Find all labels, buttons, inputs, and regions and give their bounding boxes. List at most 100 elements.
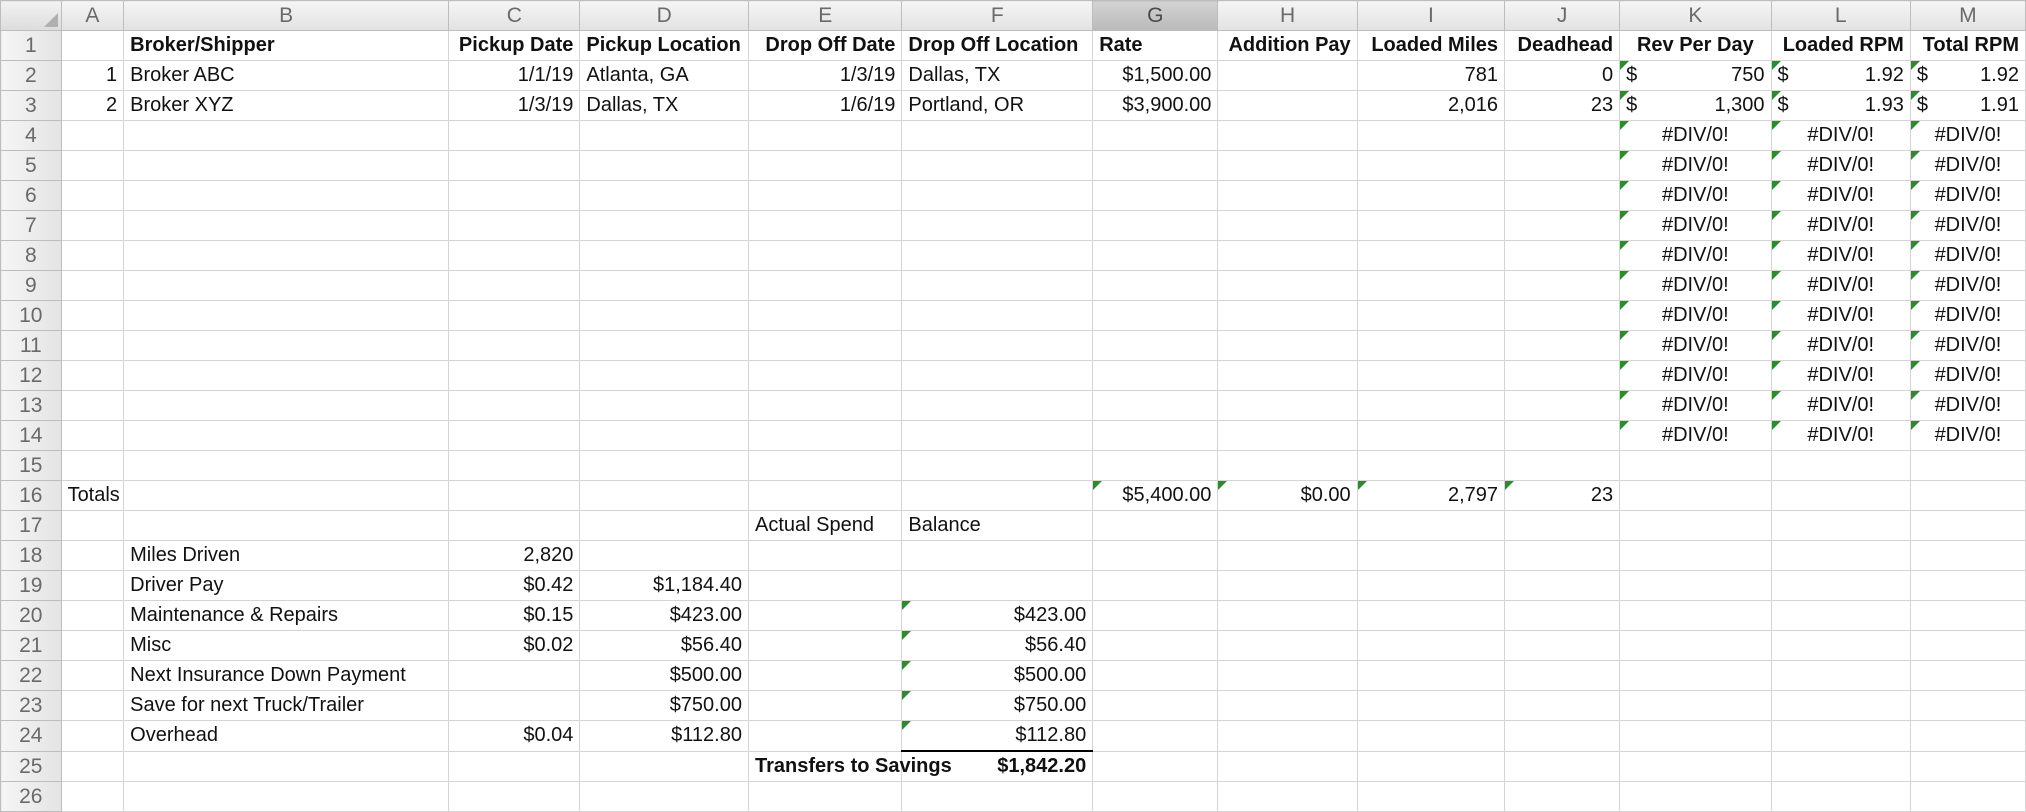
- error-cell[interactable]: #DIV/0!: [1770, 330, 1911, 361]
- header-drop-location[interactable]: Drop Off Location: [901, 30, 1094, 61]
- cell[interactable]: [747, 690, 903, 721]
- error-cell[interactable]: #DIV/0!: [1770, 360, 1911, 391]
- cell[interactable]: [1619, 540, 1772, 571]
- select-all-corner[interactable]: [0, 0, 62, 31]
- error-cell[interactable]: #DIV/0!: [1619, 180, 1772, 211]
- miles-driven-label[interactable]: Miles Driven: [123, 540, 450, 571]
- row-header-22[interactable]: 22: [0, 660, 62, 691]
- cell[interactable]: [1770, 600, 1911, 631]
- cell[interactable]: [123, 750, 450, 782]
- cell[interactable]: [747, 420, 903, 451]
- cell[interactable]: [1504, 180, 1621, 211]
- cell[interactable]: [1356, 570, 1506, 601]
- row-header-4[interactable]: 4: [0, 120, 62, 151]
- cell[interactable]: [1504, 781, 1621, 812]
- cell[interactable]: [579, 210, 749, 241]
- cell[interactable]: [448, 480, 581, 511]
- cell[interactable]: [60, 720, 125, 752]
- cell[interactable]: [1504, 660, 1621, 691]
- row-header-8[interactable]: 8: [0, 240, 62, 271]
- cell[interactable]: [448, 750, 581, 782]
- cell[interactable]: [448, 270, 581, 301]
- cell[interactable]: [1092, 120, 1219, 151]
- load-drop-date[interactable]: 1/3/19: [747, 60, 903, 91]
- cell[interactable]: [579, 781, 749, 812]
- error-cell[interactable]: #DIV/0!: [1619, 390, 1772, 421]
- row-header-26[interactable]: 26: [0, 781, 62, 812]
- row-header-12[interactable]: 12: [0, 360, 62, 391]
- cell[interactable]: [747, 150, 903, 181]
- cell[interactable]: [123, 781, 450, 812]
- row-header-15[interactable]: 15: [0, 450, 62, 481]
- cell[interactable]: [1092, 240, 1219, 271]
- totals-deadhead[interactable]: 23: [1504, 480, 1621, 511]
- cell[interactable]: [1217, 360, 1358, 391]
- cell[interactable]: [1356, 540, 1506, 571]
- column-header-e[interactable]: E: [747, 0, 903, 31]
- cell[interactable]: [1504, 300, 1621, 331]
- cell[interactable]: [1770, 510, 1911, 541]
- row-header-3[interactable]: 3: [0, 90, 62, 121]
- budget-item-rate[interactable]: $0.04: [448, 720, 581, 752]
- row-header-2[interactable]: 2: [0, 60, 62, 91]
- cell[interactable]: [1092, 330, 1219, 361]
- cell[interactable]: [579, 540, 749, 571]
- load-loaded-rpm[interactable]: $1.93: [1770, 90, 1911, 121]
- cell[interactable]: [60, 240, 125, 271]
- cell[interactable]: [1356, 750, 1506, 782]
- cell[interactable]: [579, 510, 749, 541]
- cell[interactable]: [579, 420, 749, 451]
- cell[interactable]: [747, 300, 903, 331]
- cell[interactable]: [123, 480, 450, 511]
- budget-item-rate[interactable]: $0.15: [448, 600, 581, 631]
- cell[interactable]: [1217, 450, 1358, 481]
- cell[interactable]: [1770, 690, 1911, 721]
- cell[interactable]: [60, 120, 125, 151]
- header-addition-pay[interactable]: Addition Pay: [1217, 30, 1358, 61]
- load-addition-pay[interactable]: [1217, 60, 1358, 91]
- load-drop-location[interactable]: Dallas, TX: [901, 60, 1094, 91]
- error-cell[interactable]: #DIV/0!: [1619, 420, 1772, 451]
- row-header-19[interactable]: 19: [0, 570, 62, 601]
- load-addition-pay[interactable]: [1217, 90, 1358, 121]
- column-header-m[interactable]: M: [1909, 0, 2026, 31]
- load-pickup-date[interactable]: 1/1/19: [448, 60, 581, 91]
- cell[interactable]: [1356, 510, 1506, 541]
- cell[interactable]: [1356, 450, 1506, 481]
- budget-item-amount[interactable]: $750.00: [579, 690, 749, 721]
- cell[interactable]: [1092, 150, 1219, 181]
- cell[interactable]: [448, 120, 581, 151]
- header-broker[interactable]: Broker/Shipper: [123, 30, 450, 61]
- cell[interactable]: [1619, 450, 1772, 481]
- cell[interactable]: [747, 450, 903, 481]
- cell[interactable]: [448, 420, 581, 451]
- cell[interactable]: [1217, 420, 1358, 451]
- cell[interactable]: [1217, 150, 1358, 181]
- error-cell[interactable]: #DIV/0!: [1909, 330, 2026, 361]
- cell[interactable]: [123, 450, 450, 481]
- row-header-7[interactable]: 7: [0, 210, 62, 241]
- cell[interactable]: [1217, 180, 1358, 211]
- cell[interactable]: [579, 150, 749, 181]
- budget-item-amount[interactable]: $1,184.40: [579, 570, 749, 601]
- cell[interactable]: [1092, 450, 1219, 481]
- error-cell[interactable]: #DIV/0!: [1770, 180, 1911, 211]
- error-cell[interactable]: #DIV/0!: [1619, 210, 1772, 241]
- row-header-21[interactable]: 21: [0, 630, 62, 661]
- cell[interactable]: [448, 240, 581, 271]
- cell[interactable]: [1092, 300, 1219, 331]
- column-header-l[interactable]: L: [1770, 0, 1911, 31]
- row-header-6[interactable]: 6: [0, 180, 62, 211]
- header-pickup-date[interactable]: Pickup Date: [448, 30, 581, 61]
- cell[interactable]: [1619, 510, 1772, 541]
- error-cell[interactable]: #DIV/0!: [1909, 120, 2026, 151]
- cell[interactable]: [901, 240, 1094, 271]
- error-cell[interactable]: #DIV/0!: [1770, 270, 1911, 301]
- cell[interactable]: [123, 180, 450, 211]
- header-loaded-miles[interactable]: Loaded Miles: [1356, 30, 1506, 61]
- cell[interactable]: [448, 360, 581, 391]
- header-rev-per-day[interactable]: Rev Per Day: [1619, 30, 1772, 61]
- cell[interactable]: [60, 180, 125, 211]
- cell[interactable]: [579, 750, 749, 782]
- cell[interactable]: [123, 510, 450, 541]
